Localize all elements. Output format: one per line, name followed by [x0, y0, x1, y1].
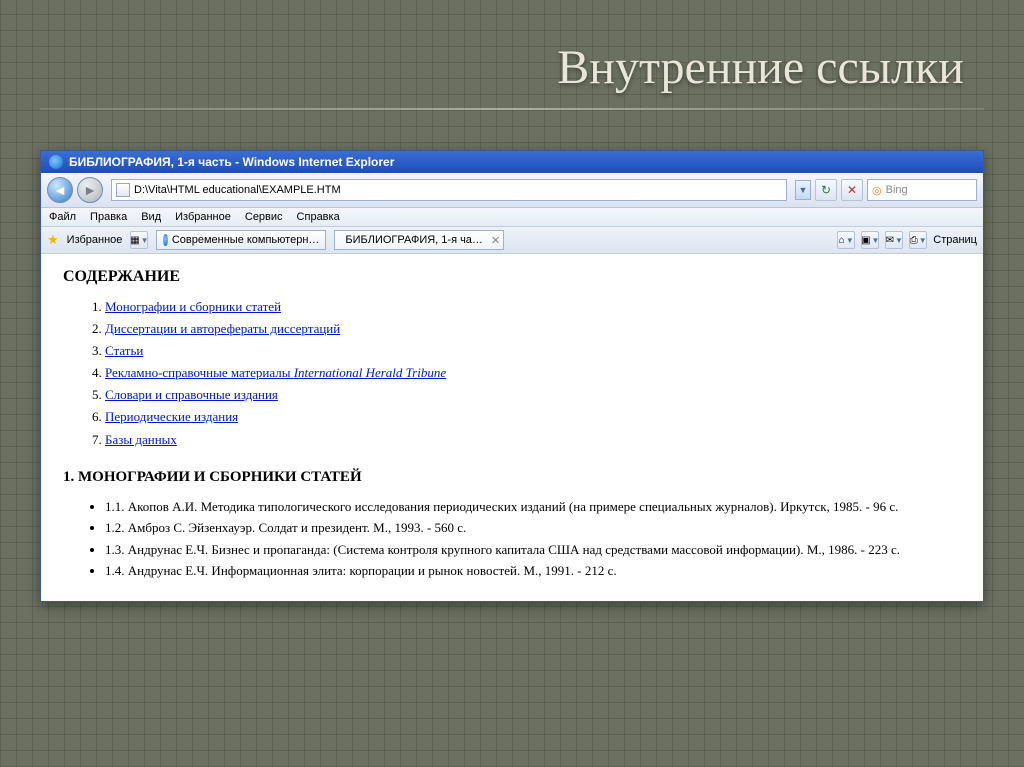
section-heading: 1. МОНОГРАФИИ И СБОРНИКИ СТАТЕЙ: [63, 469, 961, 486]
command-bar: ⌂▼ ▣▼ ✉▼ ⎙▼ Страниц: [837, 231, 977, 249]
content-heading: СОДЕРЖАНИЕ: [63, 268, 961, 286]
title-divider: [40, 108, 984, 110]
address-bar[interactable]: D:\Vita\HTML educational\EXAMPLE.HTM: [111, 179, 787, 201]
close-tab-icon[interactable]: ✕: [491, 234, 500, 247]
favorites-star-icon[interactable]: ★: [47, 232, 59, 248]
search-placeholder: Bing: [886, 184, 908, 196]
search-provider-icon: ◎: [872, 184, 882, 197]
back-button[interactable]: ◄: [47, 177, 73, 203]
slide-title: Внутренние ссылки: [557, 40, 964, 95]
menu-edit[interactable]: Правка: [90, 211, 127, 223]
toc-list: Монографии и сборники статей Диссертации…: [105, 296, 961, 451]
menu-view[interactable]: Вид: [141, 211, 161, 223]
page-icon: [116, 183, 130, 197]
refresh-button[interactable]: ↻: [815, 179, 837, 201]
list-item: 1.2. Амброз С. Эйзенхауэр. Солдат и през…: [105, 517, 961, 538]
toc-link-1[interactable]: Монографии и сборники статей: [105, 299, 281, 314]
print-button[interactable]: ⎙▼: [909, 231, 927, 249]
menu-tools[interactable]: Сервис: [245, 211, 283, 223]
home-button[interactable]: ⌂▼: [837, 231, 855, 249]
menu-bar: Файл Правка Вид Избранное Сервис Справка: [41, 208, 983, 227]
favorites-bar: ★ Избранное ▦▼ Современные компьютерн… Б…: [41, 227, 983, 254]
list-item: 1.1. Акопов А.И. Методика типологическог…: [105, 496, 961, 517]
toc-link-7[interactable]: Базы данных: [105, 432, 177, 447]
feeds-button[interactable]: ▣▼: [861, 231, 879, 249]
bibliography-list: 1.1. Акопов А.И. Методика типологическог…: [105, 496, 961, 582]
forward-button[interactable]: ►: [77, 177, 103, 203]
tab-1-label: БИБЛИОГРАФИЯ, 1-я ча…: [345, 234, 483, 246]
window-titlebar: БИБЛИОГРАФИЯ, 1-я часть - Windows Intern…: [41, 151, 983, 173]
tab-0[interactable]: Современные компьютерн…: [156, 230, 326, 250]
menu-favorites[interactable]: Избранное: [175, 211, 231, 223]
toc-link-2[interactable]: Диссертации и авторефераты диссертаций: [105, 321, 340, 336]
page-content: СОДЕРЖАНИЕ Монографии и сборники статей …: [41, 254, 983, 601]
menu-help[interactable]: Справка: [297, 211, 340, 223]
list-item: 1.3. Андрунас Е.Ч. Бизнес и пропаганда: …: [105, 539, 961, 560]
tab-0-label: Современные компьютерн…: [172, 234, 320, 246]
toc-link-5[interactable]: Словари и справочные издания: [105, 387, 278, 402]
pages-menu[interactable]: Страниц: [933, 234, 977, 246]
menu-file[interactable]: Файл: [49, 211, 76, 223]
toc-link-3[interactable]: Статьи: [105, 343, 143, 358]
search-box[interactable]: ◎ Bing: [867, 179, 977, 201]
browser-window: БИБЛИОГРАФИЯ, 1-я часть - Windows Intern…: [40, 150, 984, 602]
mail-button[interactable]: ✉▼: [885, 231, 903, 249]
toc-link-4[interactable]: Рекламно-справочные материалы Internatio…: [105, 365, 446, 380]
window-title: БИБЛИОГРАФИЯ, 1-я часть - Windows Intern…: [69, 155, 394, 169]
tab-1[interactable]: БИБЛИОГРАФИЯ, 1-я ча… ✕: [334, 230, 504, 250]
quick-tabs-button[interactable]: ▦▼: [130, 231, 148, 249]
address-text: D:\Vita\HTML educational\EXAMPLE.HTM: [134, 184, 341, 196]
list-item: 1.4. Андрунас Е.Ч. Информационная элита:…: [105, 560, 961, 581]
nav-toolbar: ◄ ► D:\Vita\HTML educational\EXAMPLE.HTM…: [41, 173, 983, 208]
stop-button[interactable]: ✕: [841, 179, 863, 201]
favorites-label[interactable]: Избранное: [67, 234, 123, 246]
address-dropdown[interactable]: ▼: [795, 180, 811, 200]
ie-icon: [163, 234, 167, 246]
ie-icon: [49, 155, 63, 169]
toc-link-6[interactable]: Периодические издания: [105, 409, 238, 424]
